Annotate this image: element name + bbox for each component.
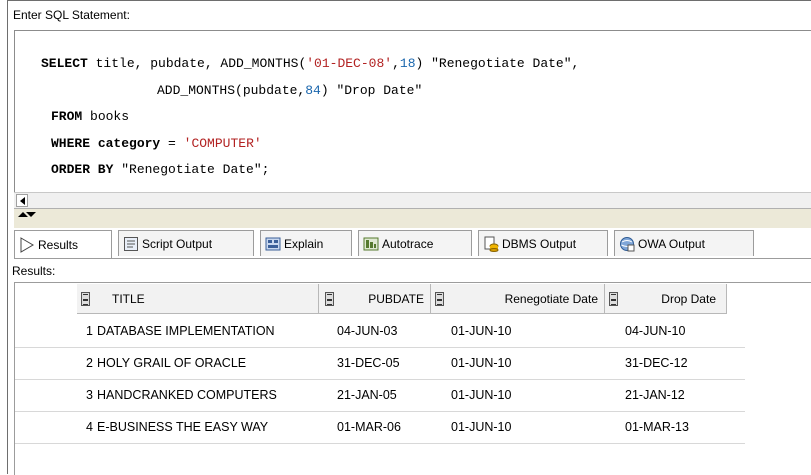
cell-title[interactable]: HOLY GRAIL OF ORACLE [97, 347, 246, 379]
sql-number-literal: 84 [305, 83, 321, 98]
tab-label: Script Output [142, 236, 213, 251]
table-row[interactable]: 1 DATABASE IMPLEMENTATION 04-JUN-03 01-J… [15, 315, 745, 347]
sql-line-3: FROM books [51, 109, 129, 125]
sql-text: ADD_MONTHS(pubdate, [157, 83, 306, 98]
cell-drop-date[interactable]: 04-JUN-10 [625, 315, 685, 347]
cell-renegotiate-date[interactable]: 01-JUN-10 [451, 379, 511, 411]
column-header-label: PUBDATE [368, 292, 424, 306]
row-number: 2 [86, 356, 93, 370]
dbms-output-icon [483, 236, 499, 252]
tab-dbms-output[interactable]: DBMS Output [478, 230, 608, 256]
owa-output-icon [619, 236, 635, 252]
cell-renegotiate-date[interactable]: 01-JUN-10 [451, 411, 511, 443]
column-sort-icon[interactable] [325, 292, 334, 306]
tab-label: OWA Output [638, 236, 705, 251]
tab-results[interactable]: Results [14, 230, 112, 258]
editor-horizontal-scrollbar[interactable] [14, 192, 811, 208]
tab-label: Autotrace [382, 236, 434, 251]
cell-drop-date[interactable]: 21-JAN-12 [625, 379, 685, 411]
sql-line-2: ADD_MONTHS(pubdate,84) "Drop Date" [157, 83, 422, 99]
column-sort-icon[interactable] [609, 292, 618, 306]
sql-number-literal: 18 [399, 56, 416, 71]
cell-title[interactable]: DATABASE IMPLEMENTATION [97, 315, 275, 347]
sql-editor[interactable]: SELECT title, pubdate, ADD_MONTHS('01-DE… [14, 30, 811, 192]
grid-header-row: TITLE PUBDATE Renegotiate Date Drop Date [15, 283, 811, 315]
sql-text: = [160, 136, 184, 151]
cell-title[interactable]: HANDCRANKED COMPUTERS [97, 379, 277, 411]
cell-title[interactable]: E-BUSINESS THE EASY WAY [97, 411, 268, 443]
tab-label: DBMS Output [502, 236, 577, 251]
column-header-label: Drop Date [661, 292, 716, 306]
sql-text: title, pubdate, ADD_MONTHS( [87, 56, 307, 71]
sql-worksheet-window: Enter SQL Statement: SELECT title, pubda… [7, 0, 811, 475]
cell-pubdate[interactable]: 31-DEC-05 [337, 347, 400, 379]
sql-keyword-where: WHERE [51, 136, 91, 151]
sql-string-literal: '01-DEC-08' [306, 56, 393, 71]
row-number: 3 [86, 388, 93, 402]
output-tab-bar: Results Script Output Explain Autotrace … [14, 230, 811, 258]
cell-pubdate[interactable]: 21-JAN-05 [337, 379, 397, 411]
autotrace-icon [363, 236, 379, 252]
sql-text: ) "Renegotiate Date", [415, 56, 580, 71]
sql-string-literal: 'COMPUTER' [183, 136, 262, 151]
explain-plan-icon [265, 236, 281, 252]
results-grid-area: TITLE PUBDATE Renegotiate Date Drop Date… [14, 282, 811, 475]
pane-splitter[interactable] [14, 208, 811, 228]
cell-drop-date[interactable]: 01-MAR-13 [625, 411, 689, 443]
sql-line-5: ORDER BY "Renegotiate Date"; [51, 162, 269, 178]
cell-renegotiate-date[interactable]: 01-JUN-10 [451, 315, 511, 347]
scroll-left-arrow-icon[interactable] [16, 194, 28, 207]
sql-keyword-select: SELECT [41, 56, 88, 71]
sql-text: ) "Drop Date" [320, 83, 423, 98]
column-header-drop-date[interactable]: Drop Date [605, 284, 727, 314]
sql-line-1: SELECT title, pubdate, ADD_MONTHS('01-DE… [41, 56, 579, 72]
sql-keyword-order-by: ORDER BY [51, 162, 114, 177]
play-arrow-icon [19, 236, 35, 253]
tab-bar-divider [14, 258, 811, 259]
column-header-pubdate[interactable]: PUBDATE [319, 284, 431, 314]
results-label: Results: [12, 264, 56, 278]
cell-renegotiate-date[interactable]: 01-JUN-10 [451, 347, 511, 379]
tab-script-output[interactable]: Script Output [118, 230, 254, 256]
tab-autotrace[interactable]: Autotrace [358, 230, 472, 256]
column-header-label: TITLE [112, 292, 145, 306]
cell-pubdate[interactable]: 04-JUN-03 [337, 315, 397, 347]
tab-label: Results [38, 237, 79, 252]
column-sort-icon[interactable] [81, 292, 90, 306]
column-sort-icon[interactable] [435, 292, 444, 306]
tab-explain[interactable]: Explain [260, 230, 352, 256]
sql-keyword-from: FROM [51, 109, 83, 124]
sql-text: "Renegotiate Date"; [113, 162, 270, 177]
row-number: 4 [86, 420, 93, 434]
sql-identifier-category: category [97, 136, 161, 151]
cell-pubdate[interactable]: 01-MAR-06 [337, 411, 401, 443]
editor-label: Enter SQL Statement: [13, 8, 130, 22]
tab-owa-output[interactable]: OWA Output [614, 230, 754, 256]
sql-line-4: WHERE category = 'COMPUTER' [51, 136, 262, 152]
column-header-renegotiate-date[interactable]: Renegotiate Date [431, 284, 605, 314]
column-header-title[interactable]: TITLE [77, 284, 319, 314]
row-divider [15, 443, 745, 444]
cell-drop-date[interactable]: 31-DEC-12 [625, 347, 688, 379]
sql-text: , [392, 56, 400, 71]
row-number: 1 [86, 324, 93, 338]
sql-text: books [82, 109, 130, 124]
table-row[interactable]: 4 E-BUSINESS THE EASY WAY 01-MAR-06 01-J… [15, 411, 745, 443]
table-row[interactable]: 3 HANDCRANKED COMPUTERS 21-JAN-05 01-JUN… [15, 379, 745, 411]
splitter-down-arrow-icon[interactable] [26, 212, 36, 217]
script-output-icon [123, 236, 139, 252]
column-header-label: Renegotiate Date [504, 292, 598, 306]
tab-label: Explain [284, 236, 324, 251]
table-row[interactable]: 2 HOLY GRAIL OF ORACLE 31-DEC-05 01-JUN-… [15, 347, 745, 379]
